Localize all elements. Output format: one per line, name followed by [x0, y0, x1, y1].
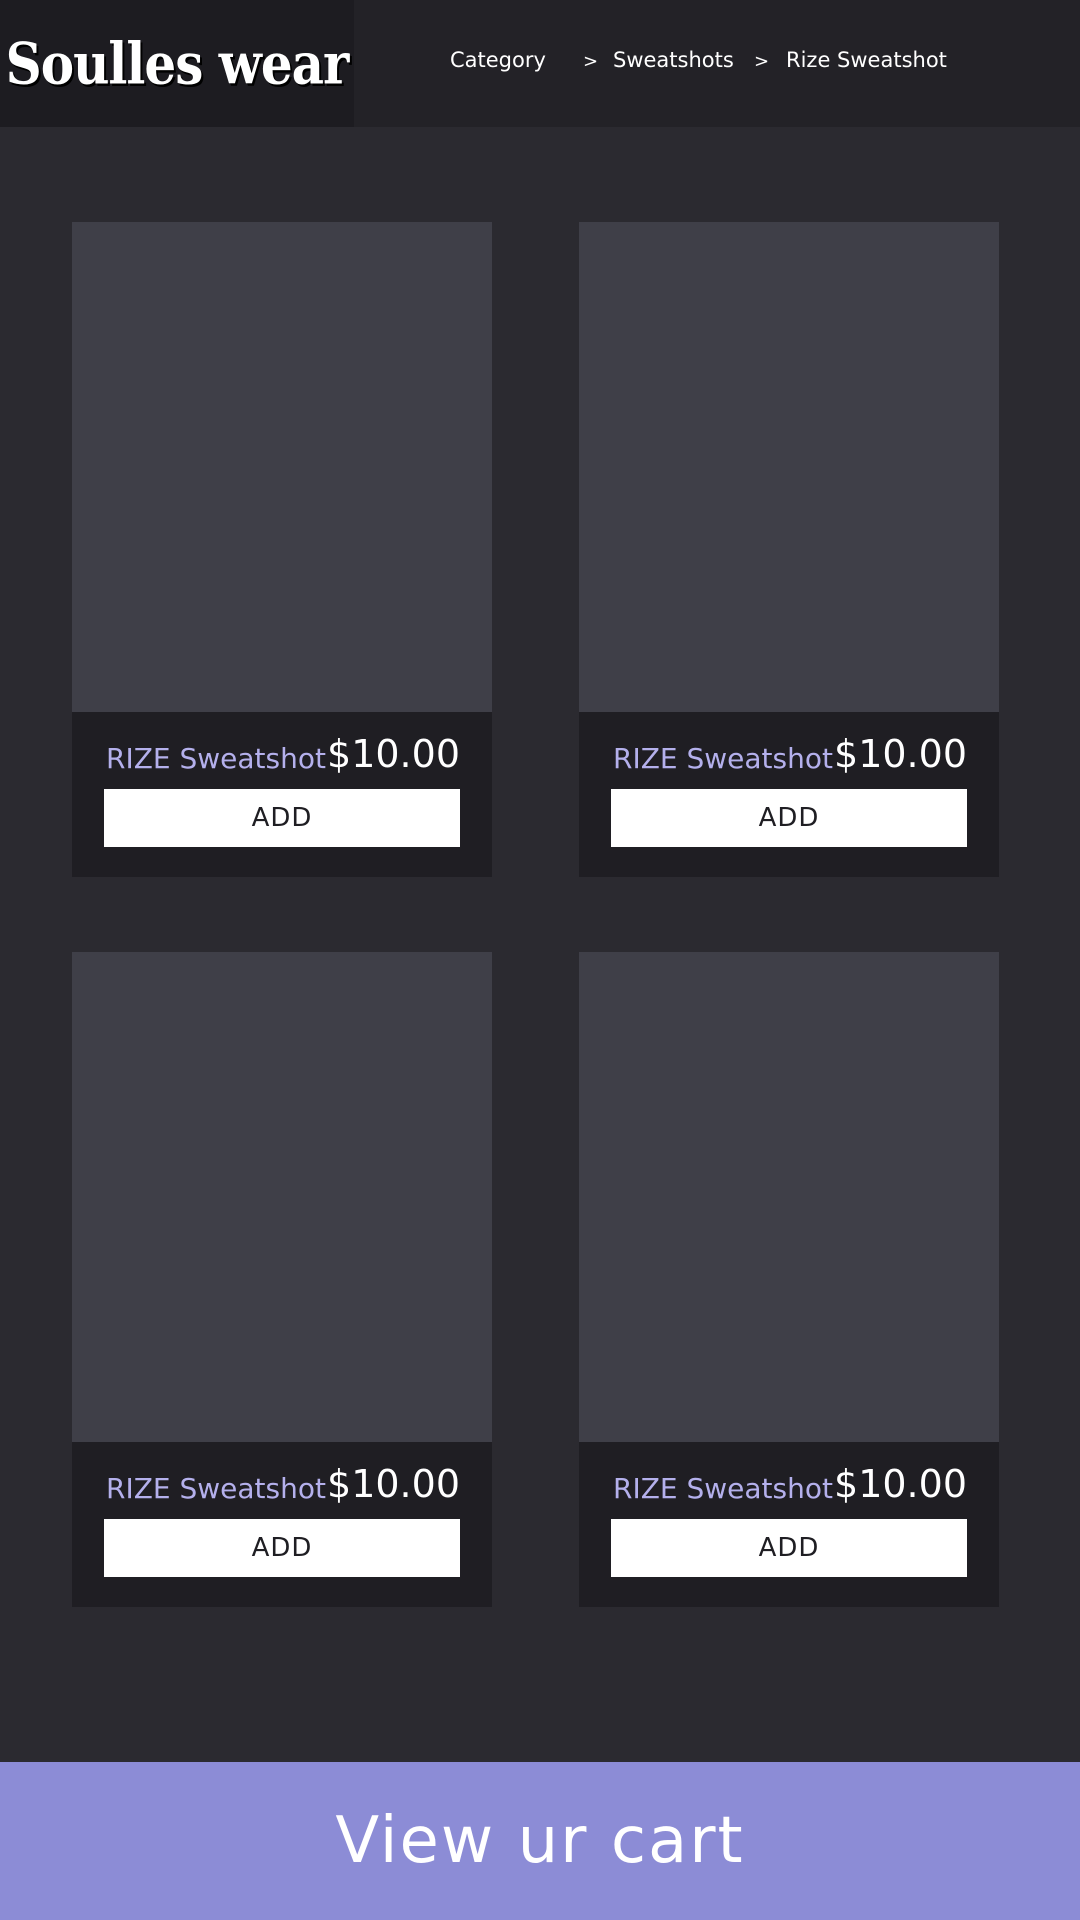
view-cart-label: View ur cart [335, 1804, 745, 1878]
add-button[interactable]: ADD [611, 1519, 967, 1577]
product-price: $10.00 [327, 732, 460, 776]
product-name: RIZE Sweatshot [106, 742, 326, 775]
breadcrumb-separator: > [754, 51, 770, 72]
product-card[interactable]: RIZE Sweatshot $10.00 ADD [72, 222, 492, 877]
product-image[interactable] [579, 952, 999, 1442]
breadcrumb-category[interactable]: Category [450, 48, 546, 72]
add-button[interactable]: ADD [611, 789, 967, 847]
add-button[interactable]: ADD [104, 789, 460, 847]
breadcrumb-sweatshots[interactable]: Sweatshots [613, 48, 734, 72]
product-name: RIZE Sweatshot [106, 1472, 326, 1505]
product-image[interactable] [579, 222, 999, 712]
product-name: RIZE Sweatshot [613, 742, 833, 775]
breadcrumb-rize-sweatshot[interactable]: Rize Sweatshot [786, 48, 947, 72]
breadcrumb: Category > Sweatshots > Rize Sweatshot [0, 0, 1080, 127]
product-image[interactable] [72, 952, 492, 1442]
product-card[interactable]: RIZE Sweatshot $10.00 ADD [579, 222, 999, 877]
product-card[interactable]: RIZE Sweatshot $10.00 ADD [579, 952, 999, 1607]
view-cart-button[interactable]: View ur cart [0, 1762, 1080, 1920]
product-price: $10.00 [327, 1462, 460, 1506]
product-price: $10.00 [834, 1462, 967, 1506]
add-button[interactable]: ADD [104, 1519, 460, 1577]
breadcrumb-separator: > [583, 51, 599, 72]
header: Soulles wear Category > Sweatshots > Riz… [0, 0, 1080, 127]
product-image[interactable] [72, 222, 492, 712]
product-name: RIZE Sweatshot [613, 1472, 833, 1505]
product-price: $10.00 [834, 732, 967, 776]
product-card[interactable]: RIZE Sweatshot $10.00 ADD [72, 952, 492, 1607]
